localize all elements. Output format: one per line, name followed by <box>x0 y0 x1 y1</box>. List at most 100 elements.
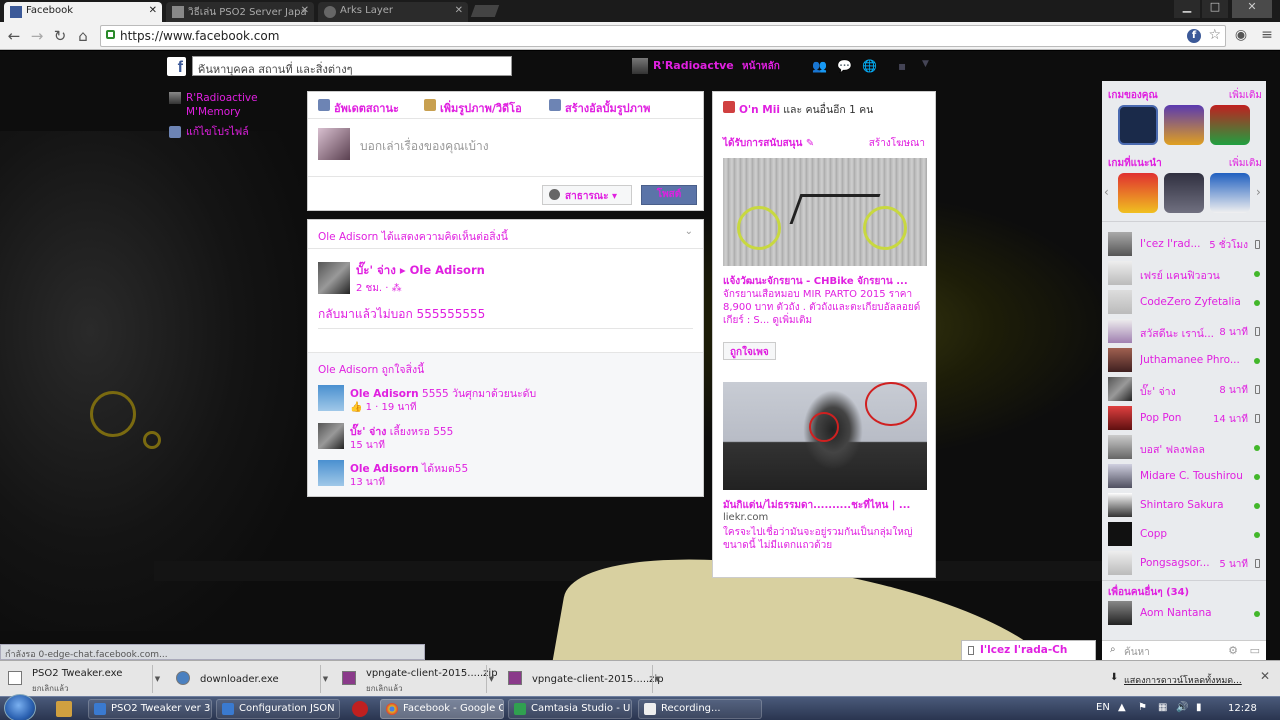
network-icon[interactable]: ▦ <box>1158 702 1167 713</box>
ad-image-trees[interactable] <box>723 382 927 490</box>
like-page-button[interactable]: ถูกใจเพจ <box>723 342 776 360</box>
sidebar-item-profile[interactable]: R'Radioactive M'Memory <box>168 91 298 119</box>
start-button[interactable] <box>4 694 36 720</box>
star-icon[interactable]: ☆ <box>1208 27 1221 43</box>
address-bar[interactable]: https://www.facebook.com f ☆ <box>100 25 1226 47</box>
minimize-button[interactable]: ▁ <box>1174 0 1200 18</box>
messages-icon[interactable]: 💬 <box>837 59 853 73</box>
close-icon[interactable]: ✕ <box>301 5 309 16</box>
menu-icon[interactable]: ≡ <box>1258 27 1276 45</box>
game-icon[interactable] <box>1210 105 1250 145</box>
taskbar-item[interactable]: Facebook - Google C... <box>380 699 504 719</box>
status-input[interactable]: บอกเล่าเรื่องของคุณเบ้าง <box>360 137 489 156</box>
chat-friend-item[interactable]: Pop Pon 14 นาที <box>1108 406 1262 432</box>
chat-friend-item[interactable]: Midare C. Toushirou <box>1108 464 1262 490</box>
audience-selector-button[interactable]: สาธารณะ ▾ <box>542 185 632 205</box>
avatar[interactable] <box>318 385 344 411</box>
download-item[interactable]: vpngate-client-2015.....zip ▼ <box>502 665 664 693</box>
language-indicator[interactable]: EN <box>1096 702 1110 713</box>
game-icon[interactable] <box>1118 105 1158 145</box>
clock[interactable]: 12:28 <box>1228 703 1257 714</box>
birthday-reminder[interactable]: O'n Mii และ คนอื่นอีก 1 คน <box>723 101 873 118</box>
chevron-down-icon[interactable]: ▼ <box>152 665 162 693</box>
download-item[interactable]: downloader.exe ▼ <box>170 665 332 693</box>
download-item[interactable]: vpngate-client-2015.....zip ยกเลิกแล้ว ▼ <box>336 665 498 693</box>
post-author[interactable]: บั๊ะ' จ่าง ▸ Ole Adisorn <box>356 262 485 280</box>
settings-dropdown-icon[interactable]: ▼ <box>922 59 938 73</box>
reload-icon[interactable]: ↻ <box>50 26 70 46</box>
avatar[interactable] <box>318 460 344 486</box>
chat-friend-item[interactable]: บอส' ฟลงฟลล <box>1108 435 1262 461</box>
home-link[interactable]: หน้าหลัก <box>742 59 780 74</box>
search-icon[interactable]: ⌕ <box>198 59 507 73</box>
folder-icon[interactable] <box>56 701 72 717</box>
taskbar-item[interactable]: Configuration JSON <box>216 699 340 719</box>
new-tab-button[interactable] <box>470 5 500 17</box>
chat-friend-item[interactable]: CodeZero Zyfetalia <box>1108 290 1262 316</box>
chat-friend-item[interactable]: Copp <box>1108 522 1262 548</box>
edit-icon[interactable]: ✎ <box>806 138 814 149</box>
create-ad-link[interactable]: สร้างโฆษณา <box>869 136 925 151</box>
record-icon[interactable] <box>352 701 368 717</box>
chevron-down-icon[interactable]: ▼ <box>486 665 496 693</box>
chevron-down-icon[interactable]: ⌄ <box>685 226 693 237</box>
ad-title[interactable]: มันกิแต่น/ไม่ธรรมดา..........ชะที่ไหน | … <box>723 498 927 513</box>
volume-icon[interactable]: 🔊 <box>1176 702 1188 713</box>
chat-search-input[interactable]: ⌕ ค้นหา ⚙ ▭ <box>1102 640 1266 660</box>
forward-icon[interactable]: → <box>27 26 47 46</box>
chevron-down-icon[interactable]: ▼ <box>652 665 662 693</box>
chevron-up-icon[interactable]: ▲ <box>1118 702 1126 713</box>
tab-update-status[interactable]: อัพเดตสถานะ <box>318 99 399 117</box>
avatar[interactable] <box>632 58 648 74</box>
chat-friend-item[interactable]: เฟรย์ แคนฟิวอวน <box>1108 261 1262 287</box>
action-center-icon[interactable]: ⚑ <box>1138 702 1147 713</box>
chat-friend-item[interactable]: Shintaro Sakura <box>1108 493 1262 519</box>
chat-friend-item[interactable]: บั๊ะ' จ่าง 8 นาที <box>1108 377 1262 403</box>
facebook-extension-icon[interactable]: f <box>1187 29 1201 43</box>
avatar[interactable] <box>318 262 350 294</box>
show-all-downloads-link[interactable]: ⬇ แสดงการดาวน์โหลดทั้งหมด... <box>1110 672 1242 687</box>
sidebar-item-edit-profile[interactable]: แก้ไขโปรไฟล์ <box>168 125 298 139</box>
tray-icon[interactable]: ▮ <box>1196 702 1202 713</box>
gear-icon[interactable]: ⚙ <box>1228 644 1238 657</box>
extension-icon[interactable]: ◉ <box>1232 27 1250 45</box>
chevron-left-icon[interactable]: ‹ <box>1104 185 1109 199</box>
game-icon[interactable] <box>1164 173 1204 213</box>
tab-create-album[interactable]: สร้างอัลบั้มรูปภาพ <box>549 99 650 117</box>
friend-requests-icon[interactable]: 👥 <box>812 59 828 73</box>
avatar[interactable] <box>318 423 344 449</box>
privacy-shortcuts-icon[interactable]: ▪ <box>898 59 914 73</box>
back-icon[interactable]: ← <box>4 26 24 46</box>
close-window-button[interactable]: ✕ <box>1232 0 1272 18</box>
facebook-logo-icon[interactable]: f <box>167 57 186 76</box>
author-name[interactable]: บั๊ะ' จ่าง <box>356 263 396 277</box>
comment-author[interactable]: Ole Adisorn <box>350 388 419 400</box>
maximize-button[interactable]: □ <box>1202 0 1228 18</box>
tab-arks-layer[interactable]: Arks Layer ✕ <box>318 2 468 22</box>
facebook-search-input[interactable]: ค้นหาบุคคล สถานที่ และสิ่งต่างๆ ⌕ <box>192 56 512 76</box>
birthday-name[interactable]: O'n Mii <box>739 104 780 116</box>
ad-title[interactable]: แจ้งวัฒนะจักรยาน - CHBike จักรยาน ... <box>723 274 927 289</box>
post-timestamp[interactable]: 2 ชม. · ⁂ <box>356 281 402 296</box>
more-recommended-link[interactable]: เพิ่มเติม <box>1229 156 1262 171</box>
notifications-icon[interactable]: 🌐 <box>862 59 878 73</box>
comment-author[interactable]: บั๊ะ' จ่าง <box>350 426 386 438</box>
download-item[interactable]: PSO2 Tweaker.exe ยกเลิกแล้ว ▼ <box>2 665 164 693</box>
tab-pso2-guide[interactable]: วิธีเล่น PSO2 Server Japa ✕ <box>166 2 314 22</box>
taskbar-item[interactable]: Recording... <box>638 699 762 719</box>
likes-header[interactable]: Ole Adisorn ถูกใจสิ่งนี้ <box>318 361 424 378</box>
close-icon[interactable]: ✕ <box>149 5 157 16</box>
comment-author[interactable]: Ole Adisorn <box>350 463 419 475</box>
close-icon[interactable]: ✕ <box>455 5 463 16</box>
taskbar-item[interactable]: PSO2 Tweaker ver 3.... <box>88 699 212 719</box>
post-button[interactable]: โพสต์ <box>641 185 697 205</box>
compose-icon[interactable]: ▭ <box>1250 644 1260 657</box>
chat-tab[interactable]: I'lcez I'rada-Ch <box>961 640 1096 660</box>
tab-add-photo-video[interactable]: เพิ่มรูปภาพ/วิดีโอ <box>424 99 522 117</box>
ad-image-bicycle[interactable] <box>723 158 927 266</box>
chevron-right-icon[interactable]: › <box>1256 185 1261 199</box>
tab-facebook[interactable]: Facebook ✕ <box>4 2 162 22</box>
game-icon[interactable] <box>1118 173 1158 213</box>
chat-friend-item[interactable]: I'cez I'rad... 5 ชั่วโมง <box>1108 232 1262 258</box>
chevron-down-icon[interactable]: ▼ <box>320 665 330 693</box>
